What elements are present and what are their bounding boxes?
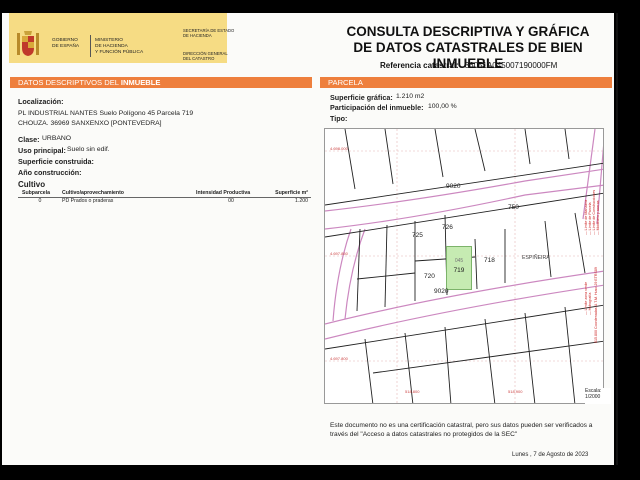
clase-value: URBANO [42,135,72,142]
cell-subparcela: 0 [38,198,42,204]
gov-name-line: GOBIERNO [52,38,78,43]
clase-label: Clase: [18,135,40,144]
coat-of-arms-icon [17,31,39,56]
bar-bold: INMUEBLE [120,78,161,87]
col-superficie: Superficie m² [275,190,308,196]
localizacion-label: Localización: [18,97,64,106]
parcel-label: 725 [412,232,423,239]
secretaria-line: DE HACIENDA [183,33,212,38]
gov-name: GOBIERNO DE ESPAÑA [52,38,79,50]
cell-cultivo: PD Prados o praderas [62,198,114,204]
coord-label: 518.900 [508,389,523,394]
sup-grafica-value: 1.210 m2 [396,93,425,100]
cultivo-table: Subparcela Cultivo/aprovechamiento Inten… [20,190,310,204]
title-line: CONSULTA DESCRIPTIVA Y GRÁFICA [346,24,590,39]
parcel-label: 726 [442,224,453,231]
cell-intensidad: 00 [228,198,234,204]
legend-item: — Mobiliario y aceras [596,200,600,235]
secretaria-name: SECRETARÍA DE ESTADO DE HACIENDA [183,28,234,38]
coord-label: 4.697.850 [330,251,348,256]
cultivo-title: Cultivo [18,180,46,189]
parcel-label: 718 [484,257,495,264]
legend-item: — Hidrografía [588,292,592,315]
scale-box: Escala: 1/2000 [585,388,611,404]
highlight-number: 719 [453,267,465,274]
parcel-label: 9020 [434,288,449,295]
ministry-name: MINISTERIO DE HACIENDA Y FUNCIÓN PÚBLICA [95,38,143,55]
map-legend: — Límite de Manzana — Límite de Parcela … [583,155,603,345]
table-row: 0 PD Prados o praderas 00 1.200 [20,196,310,204]
document-date: Lunes , 7 de Agosto de 2023 [512,452,589,458]
participacion-value: 100,00 % [428,103,457,110]
highlight-code: 045 [454,258,464,264]
superficie-label: Superficie construida: [18,157,94,166]
cell-superficie: 1.200 [295,198,308,204]
bar-prefix: DATOS DESCRIPTIVOS DEL [18,78,121,87]
direccion-line: DEL CATASTRO [183,56,215,61]
tipo-label: Tipo: [330,114,348,123]
disclaimer-note: Este documento no es una certificación c… [330,422,593,438]
uso-label: Uso principal: [18,146,66,155]
direccion-name: DIRECCIÓN GENERAL DEL CATASTRO [183,51,228,61]
ref-label: Referencia catastral: [380,61,459,70]
parcel-label: 720 [424,273,435,280]
logo-divider [90,35,91,57]
gov-name-line: DE ESPAÑA [52,43,80,49]
bar-title: PARCELA [328,78,363,87]
street-name: ESPIÑEIRA [522,255,550,261]
localizacion-line2: CHOUZA. 36969 SANXENXO [PONTEVEDRA] [18,120,162,127]
uso-value: Suelo sin edif. [67,146,110,153]
coord-label: 518.800 [405,389,420,394]
parcel-label: 9020 [446,183,461,190]
highlighted-parcel[interactable]: 045 719 [446,246,472,290]
parcel-label: 750 [508,204,519,211]
participacion-label: Participación del inmueble: [330,103,424,112]
ministry-line: Y FUNCIÓN PÚBLICA [95,49,144,55]
section-bar-parcela: PARCELA [320,77,612,88]
page-edge [616,13,618,465]
referencia-catastral: Referencia catastral: 36051A045007190000F… [380,61,557,70]
section-bar-datos: DATOS DESCRIPTIVOS DEL INMUEBLE [10,77,312,88]
legend-coordinates: 515.800 Coordenadas U.T.M. Huso 29 ETRS8… [594,267,598,343]
coord-label: 4.697.800 [330,356,348,361]
coord-label: 4.698.000 [330,146,348,151]
sup-grafica-label: Superficie gráfica: [330,93,393,102]
localizacion-line1: PL INDUSTRIAL NANTES Suelo Polígono 45 P… [18,110,194,117]
ref-value: 36051A045007190000FM [464,61,558,70]
scale-value: 1/2000 [585,394,601,400]
anio-label: Año construcción: [18,168,82,177]
